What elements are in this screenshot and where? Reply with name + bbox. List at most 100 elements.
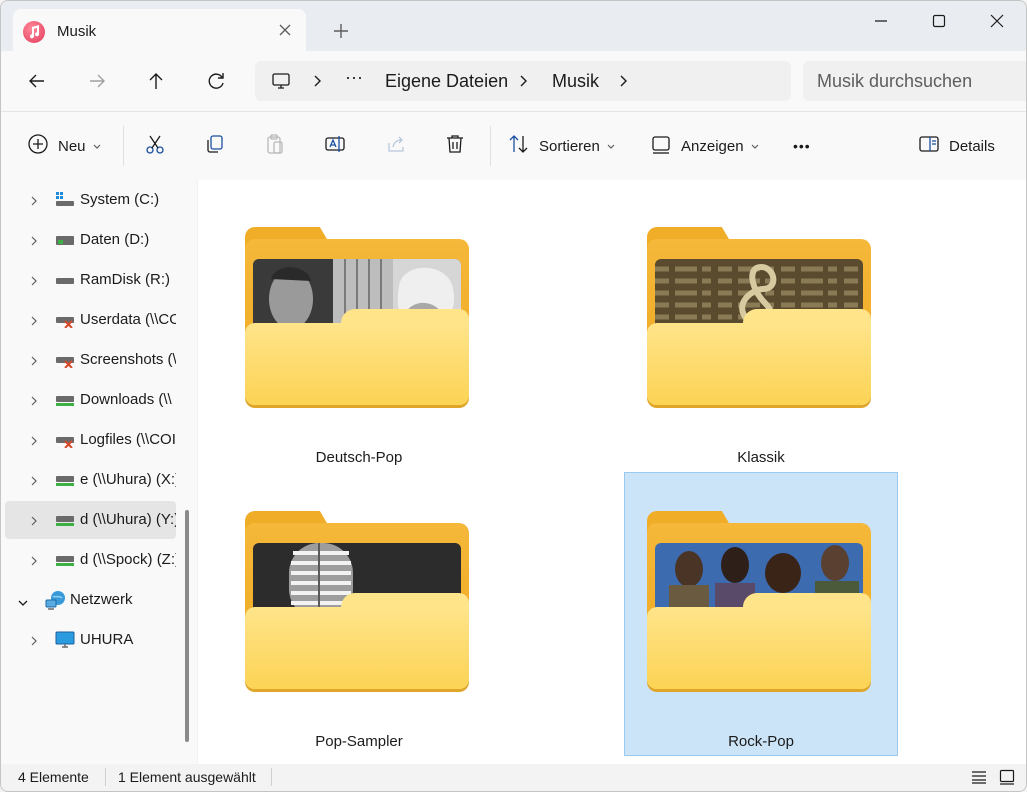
chevron-right-icon[interactable]: [311, 74, 323, 92]
back-button[interactable]: [25, 69, 49, 93]
chevron-right-icon[interactable]: [29, 234, 39, 251]
chevron-right-icon[interactable]: [29, 514, 39, 531]
sort-button[interactable]: Sortieren: [508, 130, 616, 162]
sidebar-item-userdata[interactable]: Userdata (\\CO: [5, 301, 176, 339]
sidebar-item-system-c[interactable]: System (C:): [5, 181, 176, 219]
tab-musik[interactable]: Musik: [13, 9, 306, 51]
details-label: Details: [949, 137, 995, 155]
share-button[interactable]: [385, 130, 407, 162]
file-explorer-window: Musik ··· Eigene Dateien Musik Musik dur…: [0, 0, 1027, 792]
breadcrumb-musik[interactable]: Musik: [552, 71, 599, 92]
disconnected-network-drive-icon: [55, 352, 75, 369]
plus-circle-icon: [27, 133, 49, 159]
search-input[interactable]: [803, 61, 1026, 101]
forward-button[interactable]: [85, 69, 109, 93]
details-pane-icon: [918, 133, 940, 159]
refresh-button[interactable]: [204, 69, 228, 93]
folder-pop-sampler[interactable]: Pop-Sampler: [222, 476, 496, 760]
rename-button[interactable]: [324, 130, 346, 162]
chevron-right-icon[interactable]: [517, 74, 529, 92]
chevron-right-icon[interactable]: [29, 634, 39, 651]
folder-name: Pop-Sampler: [315, 733, 403, 750]
address-bar[interactable]: ··· Eigene Dateien Musik: [255, 61, 791, 101]
network-drive-icon: [55, 512, 75, 528]
copy-icon: [204, 133, 226, 159]
status-bar: 4 Elemente 1 Element ausgewählt: [1, 764, 1026, 791]
new-button-label: Neu: [58, 137, 86, 155]
breadcrumb-eigene-dateien[interactable]: Eigene Dateien: [385, 71, 508, 92]
paste-button[interactable]: [264, 130, 286, 162]
view-label: Anzeigen: [681, 137, 744, 155]
chevron-right-icon[interactable]: [29, 554, 39, 571]
sidebar-item-label: UHURA: [80, 631, 134, 648]
sidebar-scrollbar-thumb[interactable]: [185, 510, 189, 742]
chevron-down-icon[interactable]: [17, 595, 29, 612]
chevron-right-icon[interactable]: [29, 394, 39, 411]
sort-icon: [508, 133, 530, 159]
details-view-icon[interactable]: [971, 769, 987, 788]
folder-icon: [647, 511, 871, 691]
chevron-right-icon[interactable]: [29, 314, 39, 331]
sidebar-item-label: Userdata (\\CO: [80, 311, 176, 328]
close-window-button[interactable]: [975, 9, 1019, 33]
sidebar-item-ramdisk-r[interactable]: RamDisk (R:): [5, 261, 176, 299]
delete-button[interactable]: [444, 130, 466, 162]
folder-klassik[interactable]: Klassik: [624, 192, 898, 476]
chevron-right-icon[interactable]: [29, 194, 39, 211]
more-options-button[interactable]: •••: [793, 130, 811, 162]
cut-icon: [144, 133, 166, 159]
sidebar-item-d-spock-z[interactable]: d (\\Spock) (Z:): [5, 541, 176, 579]
sidebar-item-e-uhura-x[interactable]: e (\\Uhura) (X:): [5, 461, 176, 499]
network-icon: [45, 590, 67, 610]
chevron-right-icon[interactable]: [617, 74, 629, 92]
sidebar-item-label: Daten (D:): [80, 231, 150, 248]
chevron-down-icon: [606, 138, 616, 155]
sidebar-item-downloads[interactable]: Downloads (\\: [5, 381, 176, 419]
sidebar-item-label: System (C:): [80, 191, 160, 208]
tab-title: Musik: [57, 23, 97, 40]
paste-icon: [264, 133, 286, 159]
chevron-right-icon[interactable]: [29, 434, 39, 451]
navigation-pane: System (C:) Daten (D:) RamDisk (R:) User…: [1, 180, 197, 764]
network-drive-icon: [55, 472, 75, 488]
up-button[interactable]: [144, 69, 168, 93]
sort-label: Sortieren: [539, 137, 600, 155]
disconnected-network-drive-icon: [55, 312, 75, 329]
chevron-right-icon[interactable]: [29, 274, 39, 291]
computer-icon: [55, 631, 75, 649]
music-note-icon: [23, 21, 45, 43]
maximize-button[interactable]: [917, 9, 961, 33]
new-tab-button[interactable]: [331, 21, 351, 41]
sidebar-item-uhura[interactable]: UHURA: [5, 621, 176, 659]
close-tab-icon[interactable]: [276, 21, 294, 39]
breadcrumb-overflow[interactable]: ···: [345, 67, 363, 88]
computer-icon: [271, 71, 291, 95]
view-icon: [650, 133, 672, 159]
sidebar-item-label: e (\\Uhura) (X:): [80, 471, 176, 488]
sidebar-item-label: Screenshots (\\: [80, 351, 176, 368]
sidebar-item-d-uhura-y[interactable]: d (\\Uhura) (Y:): [5, 501, 176, 539]
sidebar-item-logfiles[interactable]: Logfiles (\\COI: [5, 421, 176, 459]
folder-icon: [647, 227, 871, 407]
folder-rock-pop[interactable]: Rock-Pop: [624, 472, 898, 756]
sidebar-item-netzwerk[interactable]: Netzwerk: [5, 581, 176, 619]
cut-button[interactable]: [144, 130, 166, 162]
folder-name: Deutsch-Pop: [315, 449, 403, 466]
view-button[interactable]: Anzeigen: [650, 130, 760, 162]
sidebar-item-daten-d[interactable]: Daten (D:): [5, 221, 176, 259]
sidebar-item-screenshots[interactable]: Screenshots (\\: [5, 341, 176, 379]
folder-deutsch-pop[interactable]: Deutsch-Pop: [222, 192, 496, 476]
file-list: Deutsch-Pop Klassik Pop-Sampler Rock-Pop: [198, 180, 1026, 764]
chevron-right-icon[interactable]: [29, 354, 39, 371]
copy-button[interactable]: [204, 130, 226, 162]
disconnected-network-drive-icon: [55, 432, 75, 449]
windows-drive-icon: [55, 192, 75, 208]
details-pane-button[interactable]: Details: [918, 130, 995, 162]
large-icons-view-icon[interactable]: [999, 769, 1015, 788]
search-box[interactable]: [803, 61, 1026, 101]
chevron-right-icon[interactable]: [29, 474, 39, 491]
minimize-button[interactable]: [859, 9, 903, 33]
new-button[interactable]: Neu: [27, 130, 102, 162]
more-icon: •••: [793, 138, 811, 154]
sidebar-item-label: Netzwerk: [70, 591, 133, 608]
